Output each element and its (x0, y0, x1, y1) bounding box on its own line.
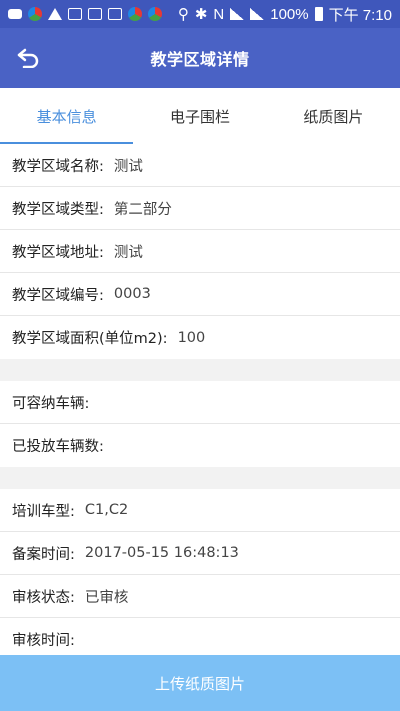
row-value: 0003 (113, 286, 151, 302)
app-notification-icon (28, 7, 42, 21)
back-button[interactable] (12, 42, 44, 74)
location-icon: ⚲ (177, 6, 189, 23)
row-value: 第二部分 (113, 201, 172, 218)
row-area-address: 教学区域地址: 测试 (0, 230, 400, 273)
row-label: 教学区域类型: (12, 201, 104, 218)
info-group-training: 培训车型: C1,C2 备案时间: 2017-05-15 16:48:13 审核… (0, 489, 400, 661)
row-label: 备案时间: (12, 546, 75, 563)
row-label: 教学区域面积(单位m2): (12, 331, 168, 347)
detail-content: 教学区域名称: 测试 教学区域类型: 第二部分 教学区域地址: 测试 教学区域编… (0, 144, 400, 661)
clock: 下午 7:10 (328, 6, 392, 24)
page-title: 教学区域详情 (150, 50, 250, 69)
row-area-type: 教学区域类型: 第二部分 (0, 187, 400, 230)
row-label: 教学区域编号: (12, 287, 104, 304)
app-notification-icon-3 (148, 7, 162, 21)
section-divider (0, 359, 400, 381)
signal-icon (250, 8, 265, 20)
app-bar: 教学区域详情 (0, 28, 400, 88)
row-label: 已投放车辆数: (12, 439, 104, 455)
upload-paper-image-button[interactable]: 上传纸质图片 (0, 655, 400, 711)
row-label: 教学区域地址: (12, 244, 104, 261)
nfc-icon: N (213, 5, 225, 23)
tab-paper-images[interactable]: 纸质图片 (267, 88, 400, 144)
screenshot-icon (108, 8, 122, 20)
row-label: 审核状态: (12, 589, 75, 606)
tab-electronic-fence[interactable]: 电子围栏 (133, 88, 266, 144)
wifi-icon (230, 8, 245, 20)
row-review-status: 审核状态: 已审核 (0, 575, 400, 618)
status-bar-right: ⚲ ✱ N 100% 下午 7:10 (178, 4, 392, 25)
image-notification-icon-2 (88, 8, 102, 20)
row-area-name: 教学区域名称: 测试 (0, 144, 400, 187)
row-vehicles-deployed: 已投放车辆数: (0, 424, 400, 467)
status-bar-left (8, 7, 162, 21)
image-notification-icon (68, 8, 82, 20)
section-divider (0, 467, 400, 489)
row-area-size: 教学区域面积(单位m2): 100 (0, 316, 400, 359)
row-filing-time: 备案时间: 2017-05-15 16:48:13 (0, 532, 400, 575)
row-value: C1,C2 (84, 502, 129, 518)
row-value: 2017-05-15 16:48:13 (84, 545, 239, 561)
back-arrow-icon (17, 48, 39, 68)
info-group-vehicles: 可容纳车辆: 已投放车辆数: (0, 381, 400, 467)
tab-bar: 基本信息 电子围栏 纸质图片 (0, 88, 400, 144)
tab-basic-info[interactable]: 基本信息 (0, 88, 134, 144)
status-bar: ⚲ ✱ N 100% 下午 7:10 (0, 0, 400, 28)
row-label: 教学区域名称: (12, 158, 104, 175)
battery-icon (314, 7, 323, 21)
row-area-code: 教学区域编号: 0003 (0, 273, 400, 316)
row-label: 可容纳车辆: (12, 395, 90, 412)
warning-icon (48, 8, 62, 20)
row-value: 已审核 (84, 589, 129, 606)
row-vehicle-capacity: 可容纳车辆: (0, 381, 400, 424)
app-notification-icon-2 (128, 7, 142, 21)
row-value: 100 (177, 329, 206, 346)
row-label: 审核时间: (12, 633, 75, 649)
row-training-car-type: 培训车型: C1,C2 (0, 489, 400, 532)
row-value: 测试 (113, 244, 143, 261)
chat-notification-icon (8, 9, 22, 19)
row-label: 培训车型: (12, 503, 75, 520)
info-group-area: 教学区域名称: 测试 教学区域类型: 第二部分 教学区域地址: 测试 教学区域编… (0, 144, 400, 359)
bluetooth-icon: ✱ (194, 6, 208, 23)
row-value: 测试 (113, 158, 143, 175)
battery-percent: 100% (270, 5, 309, 23)
